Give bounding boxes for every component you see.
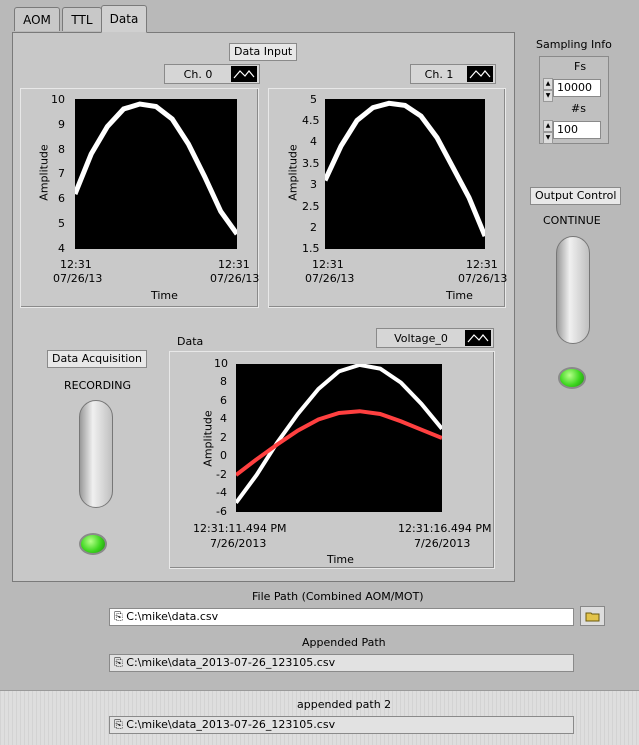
ch1-ytick: 3.5 bbox=[302, 157, 320, 170]
ch0-series-line bbox=[72, 101, 240, 236]
browse-folder-button[interactable] bbox=[580, 606, 605, 626]
plot-style-icon bbox=[467, 66, 493, 82]
ch0-plot-area bbox=[72, 99, 240, 249]
ch1-plot-area bbox=[322, 99, 488, 249]
data-ytick: -2 bbox=[216, 468, 227, 481]
data-chart-title: Data bbox=[177, 335, 204, 348]
output-control-label: Output Control bbox=[530, 187, 622, 205]
path-icon: ⎘ bbox=[114, 610, 127, 623]
folder-icon bbox=[585, 612, 599, 622]
tab-label: TTL bbox=[71, 12, 93, 27]
data-ylabel: Amplitude bbox=[201, 410, 215, 467]
ch0-ytick: 8 bbox=[58, 143, 65, 156]
output-control-led bbox=[558, 367, 586, 389]
data-xtick-date: 7/26/2013 bbox=[210, 537, 267, 550]
appended-path-2-value: C:\mike\data_2013-07-26_123105.csv bbox=[126, 718, 336, 731]
path-icon: ⎘ bbox=[114, 656, 127, 669]
data-xtick-date: 7/26/2013 bbox=[414, 537, 471, 550]
ch1-xtick-time: 12:31 bbox=[312, 258, 344, 271]
ch0-ytick: 7 bbox=[58, 167, 65, 180]
ns-control[interactable]: ▲ ▼ 100 bbox=[543, 120, 601, 144]
ch0-ylabel: Amplitude bbox=[37, 144, 51, 201]
ch1-name: Ch. 1 bbox=[424, 67, 454, 81]
data-chart-legend[interactable]: Voltage_0 bbox=[376, 328, 494, 348]
ch1-ylabel: Amplitude bbox=[286, 144, 300, 201]
tab-label: AOM bbox=[23, 12, 51, 27]
ch0-ytick: 10 bbox=[51, 93, 65, 106]
fs-control[interactable]: ▲ ▼ 10000 bbox=[543, 78, 601, 102]
ch0-ytick: 5 bbox=[58, 217, 65, 230]
data-series-red bbox=[234, 409, 443, 477]
data-acquisition-state: RECORDING bbox=[64, 379, 132, 392]
ch1-series-line bbox=[322, 100, 488, 238]
data-ytick: 8 bbox=[220, 375, 227, 388]
tab-ttl[interactable]: TTL bbox=[62, 7, 102, 31]
data-ytick: -4 bbox=[216, 486, 227, 499]
ch1-xlabel: Time bbox=[446, 289, 473, 302]
data-ytick: 2 bbox=[220, 431, 227, 444]
data-xtick-time: 12:31:11.494 PM bbox=[193, 522, 287, 535]
tab-label: Data bbox=[109, 12, 139, 26]
ch0-plot-legend[interactable]: Ch. 0 bbox=[164, 64, 260, 84]
data-ytick: 6 bbox=[220, 394, 227, 407]
output-control-state: CONTINUE bbox=[543, 214, 601, 227]
ch1-ytick: 2 bbox=[310, 221, 317, 234]
data-xtick-time: 12:31:16.494 PM bbox=[398, 522, 492, 535]
file-path-input[interactable]: ⎘ C:\mike\data.csv bbox=[109, 608, 574, 626]
appended-path-value: C:\mike\data_2013-07-26_123105.csv bbox=[126, 656, 336, 669]
data-ytick: 0 bbox=[220, 449, 227, 462]
appended-path-field: ⎘ C:\mike\data_2013-07-26_123105.csv bbox=[109, 654, 574, 672]
data-chart-plot-area bbox=[234, 362, 444, 512]
ch0-ytick: 6 bbox=[58, 192, 65, 205]
appended-path-2-label: appended path 2 bbox=[297, 698, 392, 711]
data-xlabel: Time bbox=[327, 553, 354, 566]
data-ytick: -6 bbox=[216, 505, 227, 518]
ch1-ytick: 4.5 bbox=[302, 114, 320, 127]
ns-input[interactable]: 100 bbox=[553, 121, 601, 139]
ns-spinner[interactable]: ▲ ▼ bbox=[543, 120, 553, 144]
ns-label: #s bbox=[571, 102, 586, 115]
data-acquisition-label: Data Acquisition bbox=[47, 350, 148, 368]
recording-toggle[interactable] bbox=[79, 400, 113, 508]
ch1-plot-legend[interactable]: Ch. 1 bbox=[410, 64, 496, 84]
path-icon: ⎘ bbox=[114, 718, 127, 731]
ch1-ytick: 5 bbox=[310, 93, 317, 106]
tab-data[interactable]: Data bbox=[101, 5, 147, 33]
ch1-xtick-time: 12:31 bbox=[466, 258, 498, 271]
data-chart-channel: Voltage_0 bbox=[394, 331, 448, 345]
appended-path-label: Appended Path bbox=[302, 636, 386, 649]
plot-style-icon bbox=[231, 66, 257, 82]
data-ytick: 4 bbox=[220, 412, 227, 425]
data-series-white bbox=[234, 362, 444, 504]
recording-led bbox=[79, 533, 107, 555]
data-ytick: 10 bbox=[214, 357, 228, 370]
file-path-label: File Path (Combined AOM/MOT) bbox=[252, 590, 424, 603]
sampling-info-label: Sampling Info bbox=[536, 38, 612, 51]
file-path-value: C:\mike\data.csv bbox=[126, 610, 219, 623]
ch1-xtick-date: 07/26/13 bbox=[458, 272, 508, 285]
fs-spinner[interactable]: ▲ ▼ bbox=[543, 78, 553, 102]
ch0-xtick-date: 07/26/13 bbox=[53, 272, 103, 285]
output-control-toggle[interactable] bbox=[556, 236, 590, 344]
ch1-ytick: 4 bbox=[310, 135, 317, 148]
data-input-label: Data Input bbox=[229, 43, 298, 61]
ch0-xlabel: Time bbox=[151, 289, 178, 302]
ch0-xtick-time: 12:31 bbox=[218, 258, 250, 271]
ch1-ytick: 1.5 bbox=[302, 242, 320, 255]
appended-path-2-field: ⎘ C:\mike\data_2013-07-26_123105.csv bbox=[109, 716, 574, 734]
ch1-ytick: 3 bbox=[310, 178, 317, 191]
fs-label: Fs bbox=[574, 60, 587, 73]
ch1-ytick: 2.5 bbox=[302, 200, 320, 213]
ch0-name: Ch. 0 bbox=[183, 67, 213, 81]
plot-style-icon bbox=[465, 330, 491, 346]
fs-input[interactable]: 10000 bbox=[553, 79, 601, 97]
ch0-ytick: 4 bbox=[58, 242, 65, 255]
ch0-ytick: 9 bbox=[58, 118, 65, 131]
ch1-xtick-date: 07/26/13 bbox=[305, 272, 355, 285]
ch0-xtick-date: 07/26/13 bbox=[210, 272, 260, 285]
ch0-xtick-time: 12:31 bbox=[60, 258, 92, 271]
tab-aom[interactable]: AOM bbox=[14, 7, 60, 31]
